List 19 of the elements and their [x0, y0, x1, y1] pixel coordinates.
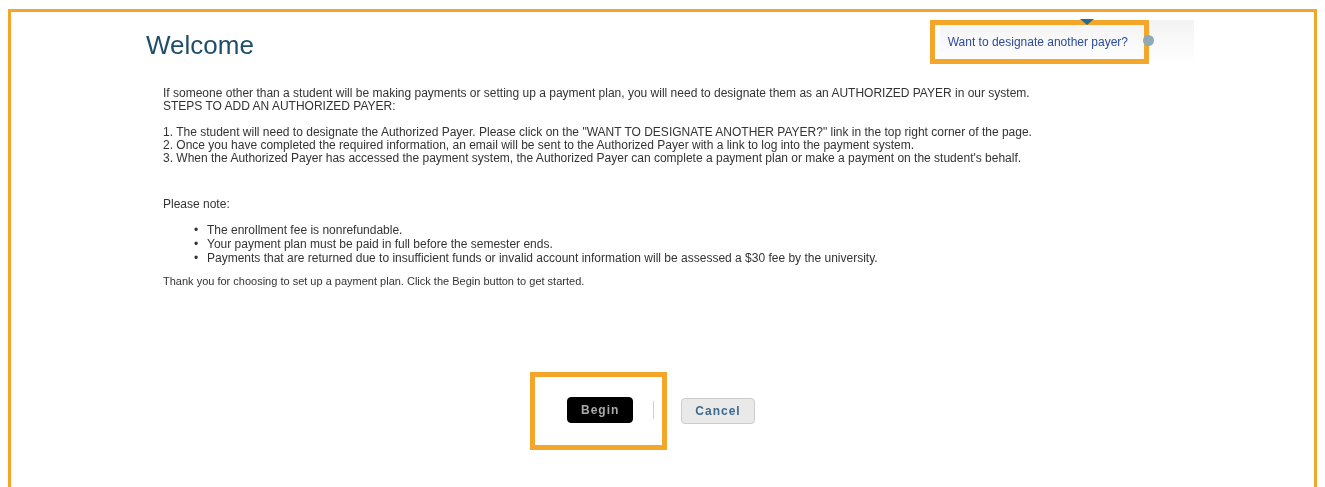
note-heading: Please note: — [163, 198, 231, 211]
designate-payer-link[interactable]: Want to designate another payer? — [947, 35, 1128, 49]
step-text: 3. When the Authorized Payer has accessed the payment system, the Authorized Payer can complete a payment plan or make a payment on the student's behalf. — [163, 152, 1023, 165]
bullet-mark: • — [194, 223, 200, 237]
pointer-icon — [1079, 19, 1094, 25]
cancel-button[interactable]: Cancel — [681, 398, 755, 424]
bullet-mark: • — [194, 251, 200, 265]
step-text: 2. Once you have completed the required information, an email will be sent to the Authorized Payer with a link to log into the payment system. — [163, 139, 915, 152]
step-text: 1. The student will need to designate the Authorized Payer. Please click on the "WANT TO DESIGNATE ANOTHER PAYER?" link in the top right corner of the page. — [163, 126, 1033, 139]
help-icon[interactable] — [1143, 35, 1154, 46]
closing-text: Thank you for choosing to set up a payment plan. Click the Begin button to get started. — [163, 275, 586, 288]
note-item: The enrollment fee is nonrefundable. — [207, 223, 403, 237]
note-item: Your payment plan must be paid in full before the semester ends. — [207, 237, 553, 251]
begin-button[interactable]: Begin — [567, 397, 634, 423]
intro-text: STEPS TO ADD AN AUTHORIZED PAYER: — [163, 100, 396, 113]
intro-text: If someone other than a student will be making payments or setting up a payment plan, you will need to designate them as an AUTHORIZED PAYER in our system. — [163, 87, 1031, 100]
note-item: Payments that are returned due to insufficient funds or invalid account information will be assessed a $30 fee by the university. — [207, 251, 878, 265]
page-title: Welcome — [146, 30, 254, 61]
bullet-mark: • — [194, 237, 200, 251]
